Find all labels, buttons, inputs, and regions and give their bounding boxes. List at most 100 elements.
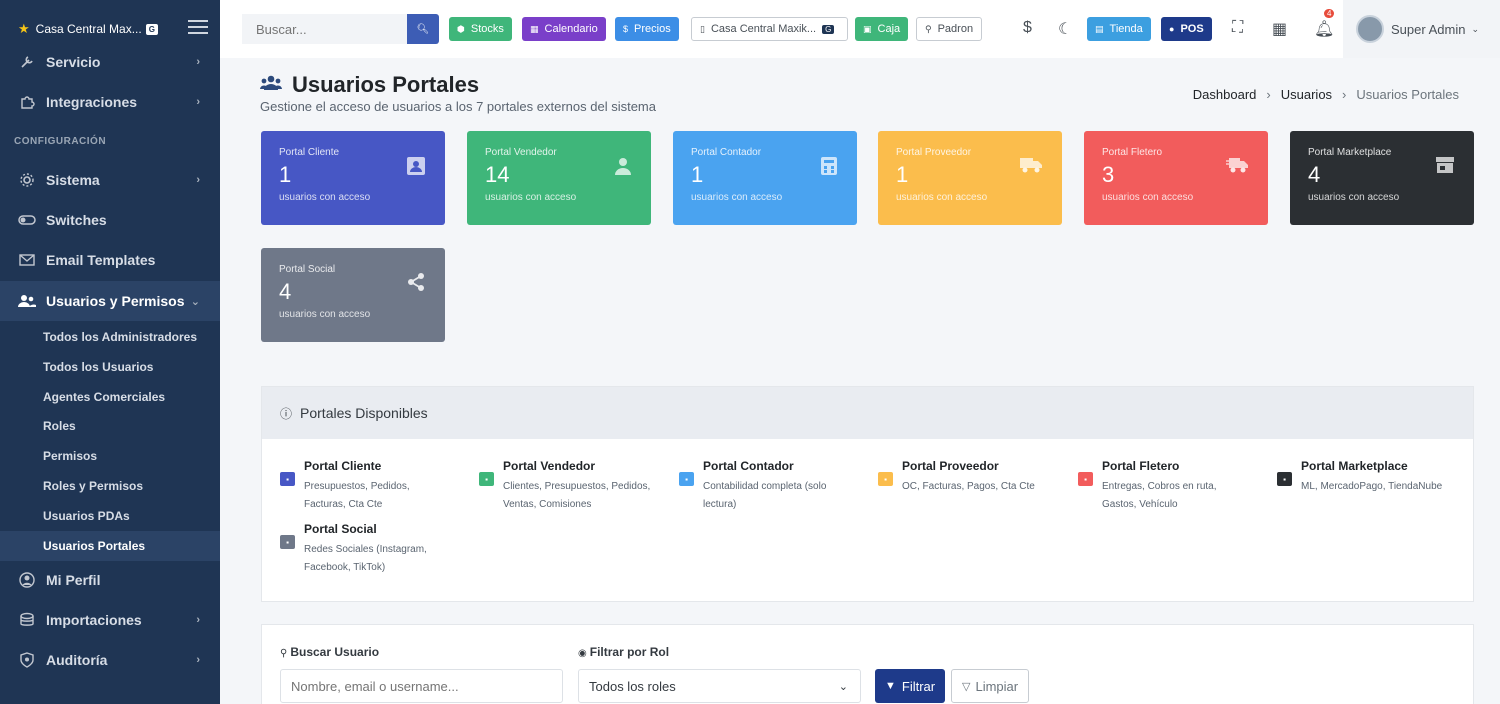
moon-icon[interactable]: ☾ [1058,19,1072,39]
filtrar-button[interactable]: ▼ Filtrar [875,669,946,703]
wrench-icon [18,53,36,71]
page-title: Usuarios Portales [292,72,480,97]
sidebar-subitem[interactable]: Todos los Administradores [0,322,220,352]
sidebar-subitem[interactable]: Todos los Usuarios [0,352,220,382]
sidebar-item-servicio[interactable]: Servicio › [0,42,220,82]
star-icon: ★ [18,21,30,36]
gear-icon [18,171,36,189]
sidebar-item-importaciones[interactable]: Importaciones › [0,600,220,640]
portal-name: Portal Vendedor [503,459,596,473]
stat-label: Portal Marketplace [1308,147,1392,158]
info-circle-icon: ⓘ [280,406,293,421]
sidebar-subitem[interactable]: Permisos [0,441,220,471]
page-subtitle: Gestione el acceso de usuarios a los 7 p… [260,99,656,114]
sucursal-select[interactable]: ▯ Casa Central Maxik... G [691,17,848,41]
store-icon: ▪ [1277,472,1292,486]
hamburger-menu-icon[interactable] [188,20,208,36]
breadcrumb-usuarios[interactable]: Usuarios [1281,87,1332,102]
stat-card-marketplace: Portal Marketplace 4 usuarios con acceso [1290,131,1474,225]
user-tie-icon [615,157,631,180]
dollar-icon[interactable]: $ [1023,19,1032,37]
shipping-fast-icon: ▪ [1078,472,1093,486]
sidebar-item-label: Switches [46,212,107,228]
stat-value: 14 [485,162,510,187]
chevron-right-icon: › [196,56,200,68]
filter-icon: ▼ [885,680,896,692]
sidebar-subitem-active[interactable]: Usuarios Portales [0,531,220,561]
role-select[interactable]: Todos los roles ⌄ [578,669,861,703]
sidebar-item-integraciones[interactable]: Integraciones › [0,82,220,122]
global-search: 🔍︎ [242,14,439,44]
user-tie-icon: ▪ [479,472,494,486]
sidebar-subitem[interactable]: Agentes Comerciales [0,382,220,412]
breadcrumb-separator: › [1342,87,1347,102]
search-user-label-text: Buscar Usuario [290,645,380,659]
stocks-button[interactable]: ⬢ Stocks [449,17,512,41]
stat-label: Portal Vendedor [485,147,557,158]
bell-icon[interactable]: 🔔︎ [1314,19,1334,39]
stat-card-contador: Portal Contador 1 usuarios con acceso [673,131,857,225]
padron-button[interactable]: ⚲ Padron [916,17,983,41]
fullscreen-icon[interactable]: ⛶ [1232,19,1243,37]
stat-value: 1 [691,162,704,187]
sidebar-subitem[interactable]: Usuarios PDAs [0,501,220,531]
sidebar-item-usuarios-permisos[interactable]: Usuarios y Permisos ⌄ [0,281,220,321]
portal-description: Redes Sociales (Instagram, Facebook, Tik… [304,544,427,573]
users-icon [18,292,36,310]
portales-panel: ⓘ Portales Disponibles ▪ Portal Cliente … [261,386,1474,602]
search-input[interactable] [242,14,407,44]
sucursal-label: Casa Central Maxik... [710,23,817,35]
stat-value: 4 [279,279,292,304]
pos-button[interactable]: ● POS [1161,17,1212,41]
page-header: Usuarios Portales [260,72,479,98]
portal-description: Clientes, Presupuestos, Pedidos, Ventas,… [503,481,651,510]
user-icon: ● [1169,24,1175,34]
sidebar-item-label: Importaciones [46,612,142,628]
user-search-icon: ⚲ [280,648,288,659]
user-name: Super Admin [1391,21,1466,37]
user-search-input[interactable] [280,669,563,703]
apps-grid-icon[interactable]: ▦ [1272,19,1287,39]
brand-badge: G [145,23,158,35]
sidebar-item-email-templates[interactable]: Email Templates [0,240,220,280]
search-button[interactable]: 🔍︎ [407,14,439,44]
sidebar-item-mi-perfil[interactable]: Mi Perfil [0,560,220,600]
limpiar-label: Limpiar [975,678,1019,694]
precios-button[interactable]: $ Precios [615,17,679,41]
portal-name: Portal Cliente [304,459,382,473]
sidebar-subitem[interactable]: Roles y Permisos [0,471,220,501]
chevron-down-icon: ⌄ [1471,23,1479,34]
user-menu[interactable]: Super Admin ⌄ [1343,0,1500,58]
caja-button[interactable]: ▣ Caja [855,17,909,41]
sidebar-item-auditoria[interactable]: Auditoría › [0,640,220,680]
tienda-button[interactable]: ▤ Tienda [1087,17,1151,41]
chevron-down-icon: ⌄ [838,680,848,693]
filter-panel: ⚲Buscar Usuario ◉Filtrar por Rol Todos l… [261,624,1474,704]
portal-name: Portal Fletero [1102,459,1180,473]
avatar [1356,15,1384,43]
sidebar-item-label: Auditoría [46,652,108,668]
portal-description: OC, Facturas, Pagos, Cta Cte [902,481,1035,492]
portales-panel-title: Portales Disponibles [300,405,428,421]
sidebar-item-sistema[interactable]: Sistema › [0,160,220,200]
calendario-button[interactable]: ▦ Calendario [522,17,606,41]
user-circle-icon [18,571,36,589]
sidebar-item-label: Servicio [46,54,101,70]
portal-description: Entregas, Cobros en ruta, Gastos, Vehícu… [1102,481,1217,510]
truck-icon [1020,157,1042,178]
toggle-icon [18,211,36,229]
stocks-label: Stocks [470,23,504,35]
breadcrumb-dashboard[interactable]: Dashboard [1193,87,1257,102]
padron-label: Padron [937,23,974,35]
search-user-label: ⚲ Buscar Usuario [280,645,379,659]
users-icon [260,75,282,96]
sidebar-subitem[interactable]: Roles [0,411,220,441]
shipping-fast-icon [1226,157,1248,178]
dollar-icon: $ [623,24,629,34]
portal-description: ML, MercadoPago, TiendaNube [1301,481,1443,492]
building-icon: ▯ [700,23,705,34]
limpiar-button[interactable]: ▽ Limpiar [951,669,1030,703]
sidebar-section-header: CONFIGURACIÓN [14,136,107,147]
role-select-value: Todos los roles [589,678,676,694]
sidebar-item-switches[interactable]: Switches [0,200,220,240]
